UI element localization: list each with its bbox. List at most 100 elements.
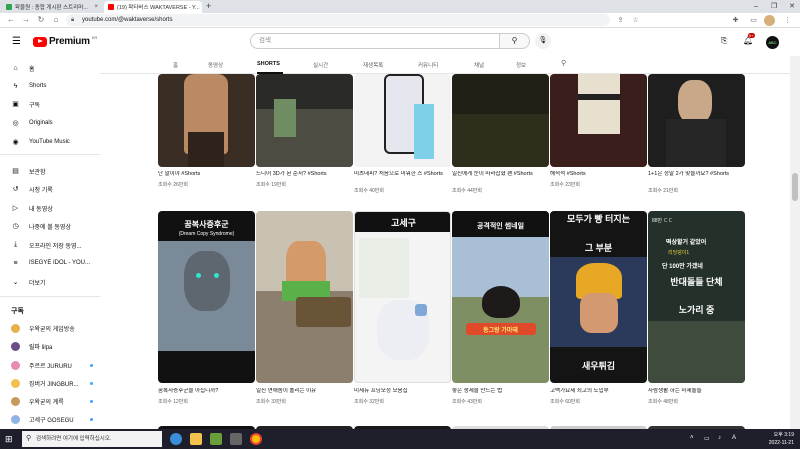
forward-icon[interactable]: → — [20, 14, 32, 26]
tab-videos[interactable]: 동영상 — [208, 61, 223, 69]
short-thumbnail[interactable] — [354, 74, 451, 167]
side-panel-icon[interactable]: ▭ — [748, 15, 759, 26]
sidebar-subscription[interactable]: 주르르 JURURU — [0, 357, 100, 373]
short-thumbnail[interactable] — [648, 74, 745, 167]
short-title[interactable]: 미세뉴 프닝모정 모음집 — [354, 388, 451, 395]
windows-start-icon[interactable]: ⊞ — [5, 434, 15, 444]
new-tab-icon[interactable]: + — [206, 1, 211, 11]
sidebar-item-my-videos[interactable]: ▷ 내 동영상 — [0, 200, 100, 216]
search-placeholder: 검색 — [259, 37, 271, 44]
voice-search-button[interactable]: 🎙︎ — [535, 33, 551, 49]
maximize-icon[interactable]: ❐ — [766, 0, 782, 13]
short-views: 조회수 48만회 — [648, 399, 678, 405]
short-thumbnail[interactable]: 고세구 — [354, 211, 451, 383]
chat-line: 떡상할거 같았어 — [666, 240, 707, 246]
search-input[interactable]: 검색 — [250, 33, 500, 49]
sidebar-item-music[interactable]: ◉ YouTube Music — [0, 134, 100, 150]
youtube-premium-logo[interactable]: Premium KR — [33, 35, 97, 47]
tab-community[interactable]: 커뮤니티 — [418, 61, 438, 69]
sidebar-subscription[interactable]: 우왁굳의 계륵 — [0, 393, 100, 409]
edge-icon[interactable] — [170, 433, 182, 445]
address-bar[interactable]: 🔒︎ youtube.com/@waktaverse/shorts — [66, 14, 610, 26]
back-icon[interactable]: ← — [5, 14, 17, 26]
channel-avatar — [11, 323, 20, 333]
bookmark-star-icon[interactable]: ☆ — [630, 15, 641, 26]
short-views: 조회수 12만회 — [158, 399, 188, 405]
search-button[interactable]: ⚲ — [500, 33, 530, 49]
short-thumbnail[interactable] — [256, 74, 353, 167]
sidebar-item-originals[interactable]: ◎ Originals — [0, 115, 100, 131]
minecraft-icon[interactable] — [210, 433, 222, 445]
sidebar-item-label: 나중에 볼 동영상 — [29, 224, 71, 231]
network-icon[interactable]: ▭ — [704, 435, 710, 442]
sidebar-item-downloads[interactable]: ⤓ 오프라인 저장 동영... — [0, 237, 100, 253]
sidebar-item-show-more[interactable]: ⌄ 더보기 — [0, 274, 100, 290]
short-thumbnail[interactable]: 공격적인 썸네일 동그랑 가마돼 — [452, 211, 549, 383]
short-title[interactable]: 꿈복사증후군을 아십니까? — [158, 388, 255, 395]
minimize-icon[interactable]: – — [748, 0, 764, 13]
create-video-icon[interactable]: ⎘ — [721, 36, 727, 46]
short-title[interactable]: 좋은 생세을 만드는 법 — [452, 388, 549, 395]
sidebar-item-library[interactable]: ▤ 보관함 — [0, 163, 100, 179]
account-avatar[interactable]: ABC — [766, 36, 779, 49]
sidebar-item-watch-later[interactable]: ◷ 나중에 볼 동영상 — [0, 218, 100, 234]
sidebar-item-label: 구독 — [29, 102, 41, 109]
sidebar-item-home[interactable]: ⌂ 홈 — [0, 60, 100, 76]
menu-dots-icon[interactable]: ⋮ — [782, 15, 793, 26]
close-icon[interactable]: × — [94, 4, 98, 10]
home-icon[interactable]: ⌂ — [50, 14, 62, 26]
extensions-icon[interactable]: ✚ — [730, 15, 741, 26]
volume-icon[interactable]: ♪ — [718, 435, 721, 441]
chrome-icon[interactable] — [250, 433, 262, 445]
tab-about[interactable]: 정보 — [516, 61, 526, 69]
short-thumbnail[interactable]: 모두가 빵 터지는 그 부분 새우튀김 — [550, 211, 647, 383]
sidebar-item-subscriptions[interactable]: ▣ 구독 — [0, 96, 100, 112]
sidebar-subscription[interactable]: 고세구 GOSEGU — [0, 411, 100, 427]
page-scrollbar[interactable] — [790, 56, 800, 429]
short-title[interactable]: 미츠데피? 처음으로 미워한 스 #Shorts — [354, 171, 451, 178]
reload-icon[interactable]: ↻ — [35, 14, 47, 26]
sidebar-item-history[interactable]: ↺ 시청 기록 — [0, 181, 100, 197]
profile-avatar[interactable] — [764, 15, 775, 26]
short-thumbnail[interactable] — [256, 211, 353, 383]
short-title[interactable]: 일진 연애놈이 폴리는 이유 — [256, 388, 353, 395]
short-thumbnail[interactable] — [452, 74, 549, 167]
channel-search-icon[interactable]: ⚲ — [561, 59, 566, 67]
tab-live[interactable]: 실시간 — [313, 61, 328, 69]
scrollbar-thumb[interactable] — [792, 173, 798, 201]
browser-tab-label: (19) 왁타버스 WAKTAVERSE - Y... — [117, 5, 200, 11]
chat-line: 리딩덩이1 — [668, 250, 690, 256]
short-thumbnail[interactable]: 88만 ㄷㄷ 떡상할거 같았어 리딩덩이1 단 100만 가겠네 반대돌들 단체… — [648, 211, 745, 383]
sidebar-subscription[interactable]: 징버거 JINGBUR... — [0, 375, 100, 391]
search-icon: ⚲ — [511, 36, 518, 45]
short-title[interactable]: 드디어 3D가 된 순서? #Shorts — [256, 171, 353, 178]
short-title[interactable]: 해적석 #Shorts — [550, 171, 647, 178]
sidebar-item-shorts[interactable]: ϟ Shorts — [0, 78, 100, 94]
short-title[interactable]: 일진에게 눈이 따라잡혔 팬 #Shorts — [452, 171, 549, 178]
taskbar-search-input[interactable]: ⚲ 검색하려면 여기에 입력하십시오. — [22, 431, 162, 447]
short-title[interactable]: 1+1은 정말 2가 맞을까요? #Shorts — [648, 171, 745, 178]
short-title[interactable]: 난 말이야 #Shorts — [158, 171, 255, 178]
app-icon[interactable] — [230, 433, 242, 445]
tab-playlists[interactable]: 재생목록 — [363, 61, 383, 69]
browser-tab-1[interactable]: 왁물원 : 종합 게시판 스트리머... × — [2, 1, 102, 13]
sidebar-subscription[interactable]: 릴파 lilpa — [0, 338, 100, 354]
sidebar-item-playlist[interactable]: ≡ ISEGYE IDOL - YOU... — [0, 255, 100, 271]
file-explorer-icon[interactable] — [190, 433, 202, 445]
ime-icon[interactable]: A — [732, 435, 736, 441]
browser-tab-2[interactable]: (19) 왁타버스 WAKTAVERSE - Y... × — [104, 1, 202, 13]
short-thumbnail[interactable]: 꿈복사증후군 (Dream Copy Syndrome) — [158, 211, 255, 383]
hamburger-menu-icon[interactable]: ☰ — [12, 36, 21, 47]
tab-channels[interactable]: 채널 — [474, 61, 484, 69]
tray-arrow-icon[interactable]: ˄ — [690, 435, 694, 441]
share-icon[interactable]: ⇪ — [615, 15, 626, 26]
short-title[interactable]: 사람생활 하는 미세돌들 — [648, 388, 745, 395]
sidebar-subscription[interactable]: 우왁굳의 게임방송 — [0, 320, 100, 336]
tab-shorts[interactable]: SHORTS — [257, 61, 280, 67]
taskbar-clock[interactable]: 오후 3:19 2022-11-21 — [756, 431, 794, 447]
short-thumbnail[interactable] — [158, 74, 255, 167]
short-thumbnail[interactable] — [550, 74, 647, 167]
tab-home[interactable]: 홈 — [173, 61, 178, 69]
close-window-icon[interactable]: ✕ — [784, 0, 800, 13]
short-title[interactable]: 고백가요제 최고의 도입부 — [550, 388, 647, 395]
